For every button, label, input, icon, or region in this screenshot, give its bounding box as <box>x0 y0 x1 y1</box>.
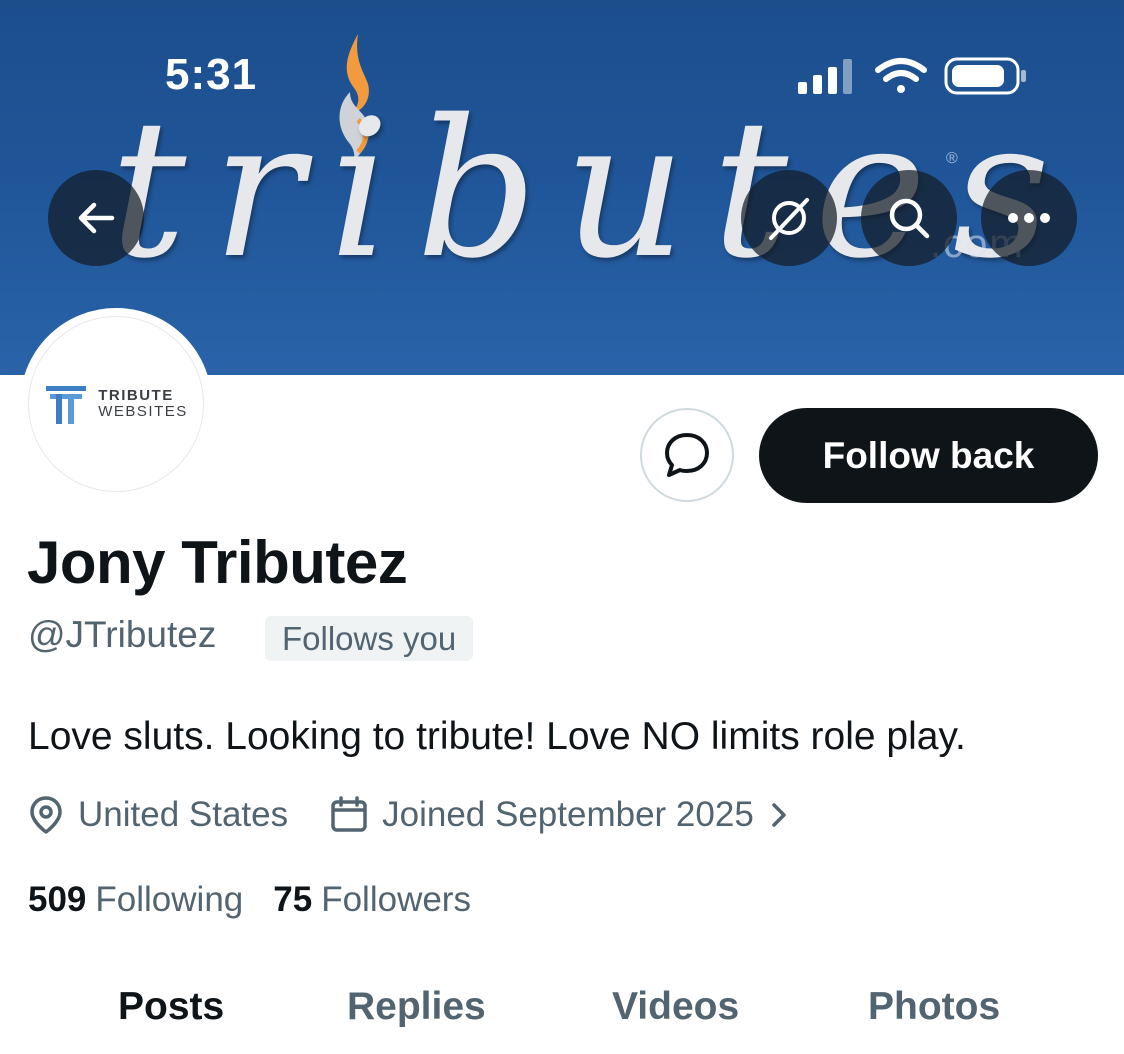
avatar[interactable]: TRIBUTE WEBSITES <box>20 308 212 500</box>
location-pin-icon <box>30 796 62 834</box>
tab-photos[interactable]: Photos <box>868 985 1000 1029</box>
message-icon <box>665 433 709 477</box>
avatar-text-line1: TRIBUTE <box>98 387 174 405</box>
follow-back-button[interactable]: Follow back <box>759 408 1098 503</box>
joined-text: Joined September 2025 <box>382 795 754 834</box>
profile-meta: United States Joined September 2025 <box>28 793 808 837</box>
avatar-text-line2: WEBSITES <box>98 403 188 420</box>
following-count: 509 <box>28 880 87 919</box>
following-label: Following <box>95 880 244 919</box>
cellular-signal-icon <box>798 59 852 94</box>
chevron-right-icon <box>772 803 786 827</box>
following-stat[interactable]: 509 Following <box>28 880 243 920</box>
followers-label: Followers <box>321 880 471 919</box>
location-text: United States <box>78 795 289 834</box>
message-button[interactable] <box>640 408 734 502</box>
more-icon <box>1008 213 1050 223</box>
followers-count: 75 <box>273 880 313 919</box>
tab-replies[interactable]: Replies <box>347 985 486 1029</box>
joined-date[interactable]: Joined September 2025 <box>330 795 808 835</box>
tab-videos[interactable]: Videos <box>612 985 739 1029</box>
banner-registered-mark: ® <box>946 150 958 167</box>
tribute-websites-logo-icon <box>46 386 87 424</box>
tab-posts[interactable]: Posts <box>118 985 224 1029</box>
followers-stat[interactable]: 75 Followers <box>273 880 471 920</box>
search-button[interactable] <box>861 170 957 266</box>
status-time: 5:31 <box>165 50 258 99</box>
status-icons <box>798 57 1026 95</box>
more-button[interactable] <box>981 170 1077 266</box>
search-icon <box>889 198 930 239</box>
profile-tabs: Posts Replies Videos Photos <box>0 985 1124 1054</box>
arrow-left-icon <box>78 202 115 234</box>
handle: @JTributez <box>28 614 217 655</box>
battery-icon <box>944 57 1026 95</box>
bio: Love sluts. Looking to tribute! Love NO … <box>28 715 966 758</box>
calendar-icon <box>331 796 367 832</box>
grok-button[interactable] <box>741 170 837 266</box>
wifi-icon <box>875 58 927 93</box>
follows-you-badge: Follows you <box>265 616 474 661</box>
profile-banner[interactable]: tributes ® .com 5:31 <box>0 0 1124 375</box>
avatar-logo: TRIBUTE WEBSITES <box>28 316 204 492</box>
display-name: Jony Tributez <box>27 529 408 596</box>
back-button[interactable] <box>48 170 144 266</box>
location: United States <box>28 795 288 835</box>
grok-icon <box>769 198 809 240</box>
profile-stats: 509 Following 75 Followers <box>28 880 471 920</box>
